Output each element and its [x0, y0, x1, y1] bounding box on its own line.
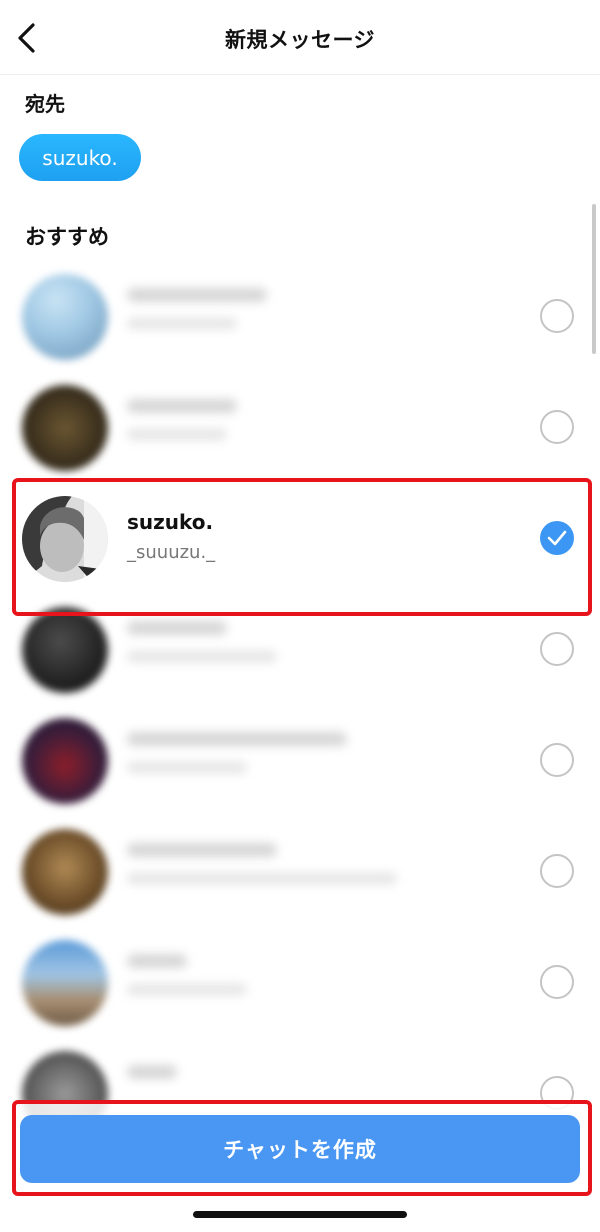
home-indicator [193, 1211, 407, 1218]
blurred-name [127, 288, 267, 302]
avatar [22, 940, 108, 1026]
blurred-handle [127, 984, 247, 995]
blurred-name [127, 1065, 177, 1079]
select-radio-checked[interactable] [540, 521, 574, 555]
list-item[interactable] [0, 928, 600, 1039]
user-name: suzuko. [127, 510, 214, 534]
checkmark-icon [547, 530, 567, 546]
new-message-screen: 新規メッセージ 宛先 suzuko. おすすめ suzuko. _suuuzu.… [0, 0, 600, 1232]
recipient-chip[interactable]: suzuko. [19, 134, 141, 181]
suggestion-list: suzuko. _suuuzu._ [0, 262, 600, 1150]
list-item[interactable] [0, 373, 600, 484]
list-item[interactable] [0, 595, 600, 706]
avatar [22, 718, 108, 804]
list-item[interactable] [0, 262, 600, 373]
blurred-name [127, 399, 237, 413]
avatar [22, 274, 108, 360]
select-radio[interactable] [540, 299, 574, 333]
blurred-name [127, 843, 277, 857]
profile-photo [22, 496, 108, 582]
blurred-name [127, 621, 227, 635]
blurred-handle [127, 651, 277, 662]
select-radio[interactable] [540, 743, 574, 777]
create-chat-button[interactable]: チャットを作成 [20, 1115, 580, 1183]
blurred-handle [127, 318, 237, 329]
blurred-handle [127, 429, 227, 440]
select-radio[interactable] [540, 632, 574, 666]
avatar [22, 607, 108, 693]
avatar [22, 496, 108, 582]
header: 新規メッセージ [0, 0, 600, 75]
avatar [22, 385, 108, 471]
user-handle: _suuuzu._ [127, 542, 216, 563]
list-item-selected[interactable]: suzuko. _suuuzu._ [0, 484, 600, 595]
page-title: 新規メッセージ [224, 28, 376, 52]
select-radio[interactable] [540, 965, 574, 999]
blurred-handle [127, 873, 397, 884]
select-radio[interactable] [540, 854, 574, 888]
to-label: 宛先 [25, 92, 65, 116]
blurred-name [127, 732, 347, 746]
suggestions-label: おすすめ [25, 225, 109, 249]
list-item[interactable] [0, 817, 600, 928]
list-item[interactable] [0, 706, 600, 817]
blurred-handle [127, 762, 247, 773]
blurred-name [127, 954, 187, 968]
select-radio[interactable] [540, 410, 574, 444]
avatar [22, 829, 108, 915]
